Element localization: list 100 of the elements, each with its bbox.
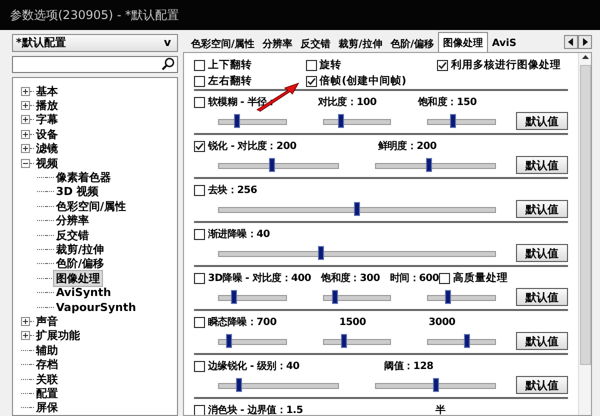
tree-item[interactable]: 设备 [34, 126, 60, 142]
slider-track[interactable] [375, 378, 496, 392]
tree-item[interactable]: 色阶/偏移 [54, 256, 106, 272]
default-button[interactable]: 默认值 [516, 288, 568, 306]
tree-item[interactable]: 声音 [34, 314, 60, 329]
default-button[interactable]: 默认值 [516, 332, 568, 350]
slider-track[interactable] [322, 334, 392, 348]
slider-thumb[interactable] [450, 114, 456, 128]
profile-dropdown[interactable]: *默认配置 v [12, 34, 178, 52]
tree-item[interactable]: 辅助 [34, 342, 60, 358]
slider-thumb[interactable] [226, 334, 232, 348]
search-icon[interactable] [161, 57, 175, 72]
checkbox[interactable] [194, 228, 205, 240]
slider-thumb[interactable] [318, 246, 324, 260]
tab[interactable]: 反交错 [296, 35, 335, 52]
left-arrow-icon [568, 38, 574, 46]
checkbox[interactable] [306, 76, 317, 86]
slider-thumb[interactable] [234, 114, 240, 128]
up-arrow-icon[interactable] [582, 55, 588, 59]
slider-track[interactable] [322, 114, 392, 128]
checkbox[interactable] [194, 184, 205, 196]
expand-icon[interactable] [21, 144, 30, 154]
tree-item[interactable]: 图像处理 [54, 270, 102, 286]
tree-item[interactable]: VapourSynth [54, 300, 138, 314]
scroll-right-button[interactable] [578, 35, 592, 49]
slider-track[interactable] [218, 114, 287, 128]
tree-item[interactable]: 3D 视频 [54, 184, 101, 200]
tab[interactable]: 裁剪/拉伸 [334, 35, 386, 52]
tab[interactable]: AviS [488, 35, 520, 52]
checkbox[interactable] [194, 96, 205, 108]
default-button[interactable]: 默认值 [516, 112, 568, 130]
slider-thumb[interactable] [464, 334, 470, 348]
tab[interactable]: 图像处理 [438, 32, 488, 52]
checkbox[interactable] [194, 60, 205, 70]
slider-track[interactable] [218, 378, 339, 392]
checkbox-label: 上下翻转 [208, 58, 252, 72]
checkbox[interactable] [194, 272, 205, 284]
tree-item[interactable]: 分辨率 [54, 213, 91, 228]
slider-thumb[interactable] [230, 290, 237, 304]
tree-item[interactable]: 扩展功能 [34, 328, 82, 344]
default-button[interactable]: 默认值 [516, 200, 568, 218]
tree-item[interactable]: 基本 [34, 84, 60, 99]
slider-track[interactable] [218, 202, 496, 216]
checkbox[interactable] [194, 140, 205, 152]
checkbox[interactable] [194, 404, 205, 415]
checkbox-label: 左右翻转 [208, 74, 252, 88]
expand-icon[interactable] [21, 316, 30, 326]
slider-track[interactable] [375, 158, 496, 172]
slider-track[interactable] [427, 334, 496, 348]
expand-icon[interactable] [21, 86, 30, 96]
tree-item[interactable]: 色彩空间/属性 [54, 198, 128, 214]
checkbox[interactable] [436, 60, 448, 70]
slider-thumb[interactable] [444, 290, 451, 304]
checkbox[interactable] [194, 316, 205, 328]
slider-thumb[interactable] [354, 202, 360, 216]
slider-thumb[interactable] [426, 158, 432, 172]
default-button[interactable]: 默认值 [516, 376, 568, 394]
checkbox-label: 渐进降噪：40 [208, 228, 270, 241]
checkbox[interactable] [306, 60, 317, 70]
slider-thumb[interactable] [236, 378, 242, 392]
tab[interactable]: 分辨率 [258, 35, 297, 52]
slider-track[interactable] [322, 290, 392, 304]
tree-item[interactable]: 像素着色器 [54, 170, 113, 186]
search-field[interactable] [12, 56, 178, 73]
slider-track[interactable] [218, 158, 339, 172]
slider-track[interactable] [218, 334, 287, 348]
slider-thumb[interactable] [340, 334, 347, 348]
collapse-icon[interactable] [21, 158, 30, 168]
slider-thumb[interactable] [432, 378, 438, 392]
scrollbar[interactable] [578, 53, 591, 415]
tree-item[interactable]: AviSynth [54, 286, 114, 300]
tree-item[interactable]: 视频 [34, 156, 60, 171]
tree-item[interactable]: 反交错 [54, 228, 91, 243]
tree-item[interactable]: 存档 [34, 357, 60, 372]
tree-item[interactable]: 裁剪/拉伸 [54, 242, 106, 257]
tree-item[interactable]: 屏保 [34, 400, 60, 416]
default-button[interactable]: 默认值 [516, 244, 568, 262]
slider-track[interactable] [218, 246, 496, 260]
tree-item[interactable]: 播放 [34, 98, 60, 114]
slider-thumb[interactable] [269, 158, 276, 172]
tab[interactable]: 色阶/偏移 [386, 35, 438, 52]
slider-thumb[interactable] [338, 114, 344, 128]
checkbox[interactable] [439, 272, 450, 284]
tree-item[interactable]: 关联 [34, 372, 60, 387]
expand-icon[interactable] [21, 331, 30, 340]
scroll-left-button[interactable] [564, 35, 578, 49]
expand-icon[interactable] [21, 130, 30, 139]
checkbox[interactable] [194, 76, 205, 86]
slider-track[interactable] [218, 290, 287, 304]
tab[interactable]: 色彩空间/属性 [187, 35, 259, 52]
checkbox[interactable] [194, 360, 205, 372]
default-button[interactable]: 默认值 [516, 156, 568, 174]
slider-thumb[interactable] [332, 290, 338, 304]
tree-item[interactable]: 字幕 [34, 112, 60, 128]
slider-track[interactable] [427, 290, 496, 304]
tree-item[interactable]: 配置 [34, 386, 60, 401]
expand-icon[interactable] [21, 101, 30, 110]
tree-item[interactable]: 滤镜 [34, 141, 60, 156]
slider-track[interactable] [427, 114, 496, 128]
expand-icon[interactable] [21, 115, 30, 124]
